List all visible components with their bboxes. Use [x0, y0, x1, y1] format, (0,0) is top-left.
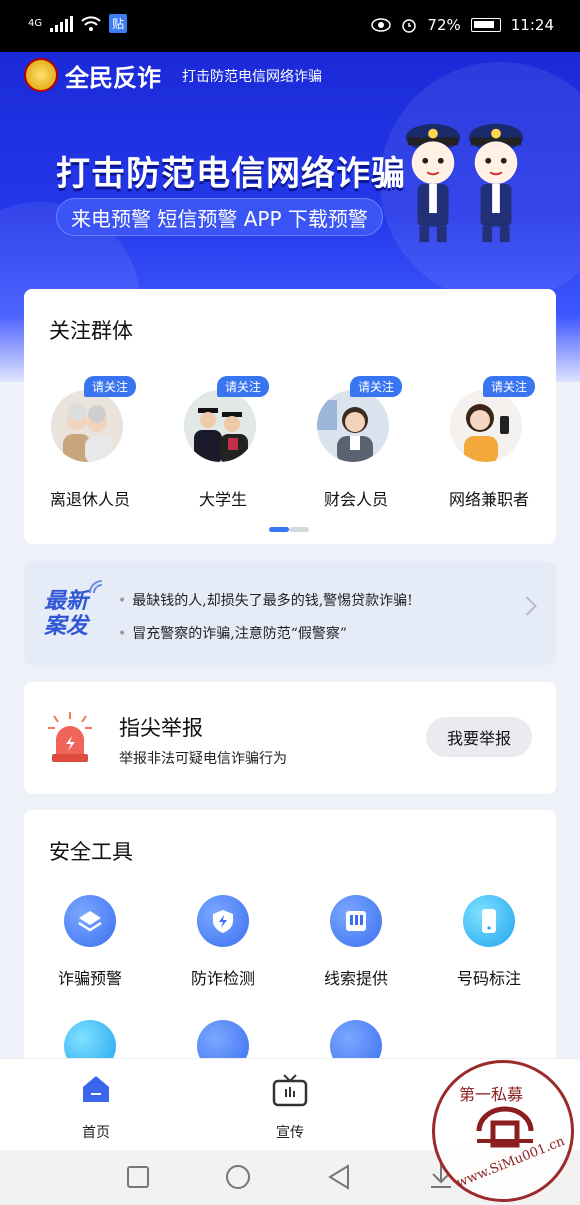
case-item[interactable]: • 冒充警察的诈骗,注意防范“假警察” — [118, 618, 413, 651]
latest-cases-badge: 最新 案发 — [44, 589, 88, 639]
carousel-pager — [269, 527, 309, 532]
tab-label: 首页 — [82, 1125, 110, 1141]
home-circle-icon[interactable] — [225, 1164, 251, 1190]
banner-title: 打击防范电信网络诈骗 — [56, 154, 406, 194]
shield-bolt-icon — [197, 895, 249, 947]
case-text: 最缺钱的人,却损失了最多的钱,警惕贷款诈骗! — [132, 593, 413, 609]
report-card: 指尖举报 举报非法可疑电信诈骗行为 我要举报 — [24, 682, 556, 794]
tool-label: 号码标注 — [456, 969, 521, 988]
tv-icon — [272, 1074, 308, 1107]
recent-apps-icon[interactable] — [126, 1165, 150, 1189]
police-emblem-logo — [24, 58, 58, 92]
case-item[interactable]: • 最缺钱的人,却损失了最多的钱,警惕贷款诈骗! — [118, 585, 413, 618]
network-type: 4G — [28, 18, 43, 29]
report-title: 指尖举报 — [119, 716, 203, 740]
tab-label: 宣传 — [276, 1125, 304, 1141]
bullet: • — [118, 593, 127, 609]
signal-icon — [50, 15, 74, 32]
police-cartoon-icon — [468, 123, 524, 243]
tool-label: 防诈检测 — [190, 969, 255, 988]
group-label: 离退休人员 — [49, 490, 130, 509]
accountants-avatar — [317, 390, 389, 462]
battery-percent: 72% — [427, 16, 461, 34]
pay-icon: 贴 — [109, 14, 128, 33]
home-icon — [83, 1076, 109, 1102]
follow-tag: 请关注 — [84, 376, 137, 397]
badge-line: 案发 — [44, 614, 89, 639]
report-subtitle: 举报非法可疑电信诈骗行为 — [119, 751, 287, 767]
pager-dot — [289, 527, 309, 532]
section-title: 关注群体 — [49, 319, 133, 343]
banner-subtitle: 来电预警 短信预警 APP 下载预警 — [56, 198, 383, 236]
parttime-avatar — [450, 390, 522, 462]
section-title: 安全工具 — [49, 840, 133, 864]
security-tools-card: 安全工具 诈骗预警 防诈检测 线索提供 号码标注 — [24, 810, 556, 1072]
alarm-icon — [402, 19, 417, 33]
bullet: • — [118, 626, 127, 642]
layers-icon — [64, 895, 116, 947]
status-bar: 4G 贴 72% 11:24 — [0, 0, 580, 52]
tool-label: 线索提供 — [323, 969, 388, 988]
focus-groups-card: 关注群体 请关注 离退休人员 请关注 大学生 请关注 财会人员 请关注 网络兼职… — [24, 289, 556, 544]
watermark-title: 第一私募 — [459, 1085, 524, 1104]
latest-cases-banner[interactable]: 最新 案发 • 最缺钱的人,却损失了最多的钱,警惕贷款诈骗! • 冒充警察的诈骗,注… — [24, 561, 556, 665]
app-brand: 全民反诈 — [65, 64, 161, 92]
back-icon[interactable] — [327, 1164, 351, 1190]
header-slogan: 打击防范电信网络诈骗 — [182, 69, 322, 85]
follow-tag: 请关注 — [483, 376, 536, 397]
pager-dot-active — [269, 527, 289, 532]
case-list: • 最缺钱的人,却损失了最多的钱,警惕贷款诈骗! • 冒充警察的诈骗,注意防范“假警… — [118, 585, 413, 651]
case-text: 冒充警察的诈骗,注意防范“假警察” — [132, 626, 348, 642]
tool-label: 诈骗预警 — [57, 969, 122, 988]
wifi-icon — [81, 15, 101, 31]
phone-icon — [463, 895, 515, 947]
alarm-light-icon — [48, 712, 92, 762]
group-label: 网络兼职者 — [448, 490, 529, 509]
chevron-right-icon[interactable] — [517, 596, 537, 616]
police-cartoon-icon — [405, 123, 461, 243]
clock: 11:24 — [510, 16, 554, 34]
badge-line: 最新 — [44, 589, 89, 614]
eye-icon — [371, 18, 392, 32]
follow-tag: 请关注 — [350, 376, 403, 397]
book-icon — [330, 895, 382, 947]
battery-icon — [470, 18, 501, 32]
watermark-seal: 第一私募 www.SiMu001.cn — [432, 1060, 574, 1202]
signal-wave-icon — [89, 580, 103, 594]
retired-avatar — [51, 390, 123, 462]
report-button[interactable]: 我要举报 — [426, 717, 532, 757]
group-label: 大学生 — [198, 490, 247, 509]
students-avatar — [184, 390, 256, 462]
group-label: 财会人员 — [323, 490, 388, 509]
follow-tag: 请关注 — [217, 376, 270, 397]
